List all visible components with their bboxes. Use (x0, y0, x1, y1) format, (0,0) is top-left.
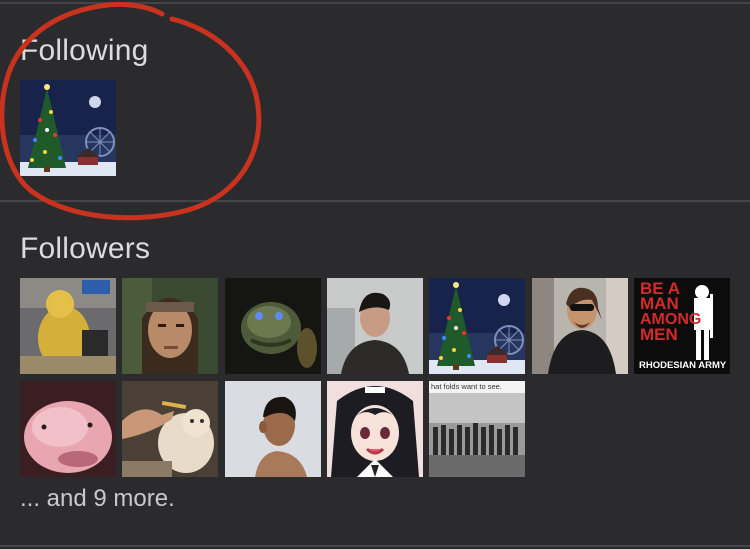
following-heading: Following (20, 34, 149, 67)
bottom-divider (0, 545, 750, 547)
follower-avatar-11[interactable] (327, 381, 423, 477)
christmas-tree-night-icon (20, 80, 116, 176)
follower-avatar-10[interactable] (225, 381, 321, 477)
follower-avatar-9[interactable] (122, 381, 218, 477)
more-followers-link[interactable]: ... and 9 more. (20, 485, 175, 513)
poster-line-5: RHODESIAN ARMY (639, 360, 727, 371)
follower-avatar-5[interactable] (429, 278, 525, 374)
follower-avatar-7[interactable]: BE A MAN AMONG MEN RHODESIAN ARMY (634, 278, 730, 374)
meme-crowd-photo-icon: hat folds want to see. (429, 381, 525, 477)
followers-heading: Followers (20, 232, 151, 265)
pink-blobfish-icon (20, 381, 116, 477)
christmas-tree-night-icon (429, 278, 525, 374)
young-man-portrait-icon (327, 278, 423, 374)
man-profile-icon (225, 381, 321, 477)
barbarian-warrior-icon (122, 278, 218, 374)
yellow-costume-icon (20, 278, 116, 374)
follower-avatar-12[interactable]: hat folds want to see. (429, 381, 525, 477)
meme-caption: hat folds want to see. (431, 382, 502, 391)
follower-avatar-3[interactable] (225, 278, 321, 374)
green-alien-creature-icon (225, 278, 321, 374)
poster-text-soldier-icon: BE A MAN AMONG MEN RHODESIAN ARMY (634, 278, 730, 374)
section-divider (0, 200, 750, 202)
follower-avatar-4[interactable] (327, 278, 423, 374)
follower-avatar-2[interactable] (122, 278, 218, 374)
hand-feeding-cat-icon (122, 381, 218, 477)
anime-girl-icon (327, 381, 423, 477)
follower-avatar-8[interactable] (20, 381, 116, 477)
follower-avatar-6[interactable] (532, 278, 628, 374)
top-divider (0, 2, 750, 4)
following-avatar-christmas-tree[interactable] (20, 80, 116, 176)
follower-avatar-1[interactable] (20, 278, 116, 374)
man-sunglasses-suit-icon (532, 278, 628, 374)
poster-line-4: MEN (640, 325, 678, 344)
